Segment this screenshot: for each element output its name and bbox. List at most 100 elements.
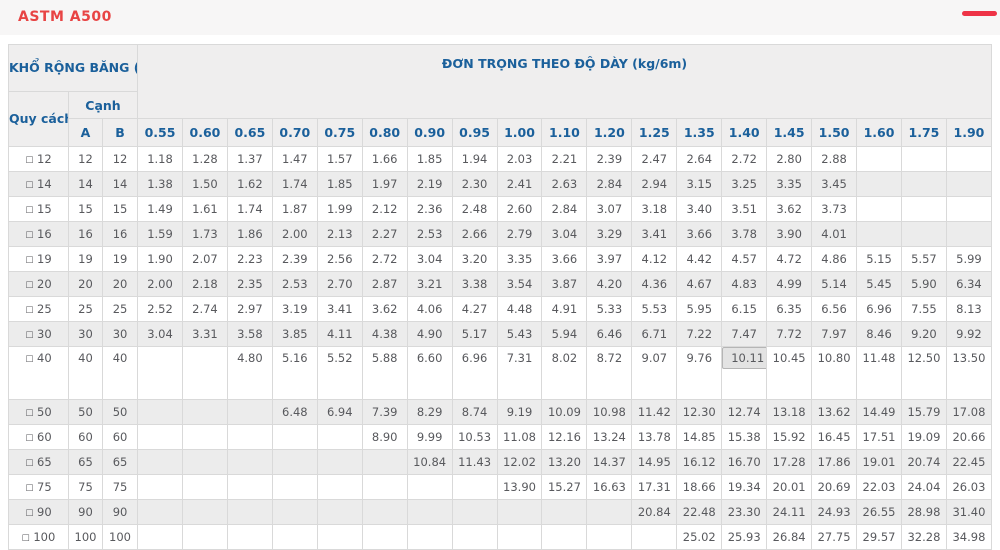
weight-cell: 16.63 (587, 475, 632, 500)
weight-cell: 7.72 (767, 322, 812, 347)
weight-cell: 13.24 (587, 425, 632, 450)
weight-cell: 5.57 (901, 247, 946, 272)
weight-cell (138, 475, 183, 500)
weight-cell: 6.56 (812, 297, 857, 322)
col-a-header: A (69, 119, 103, 147)
weight-cell: 2.87 (362, 272, 407, 297)
weight-cell (362, 525, 407, 550)
weight-cell: 12.16 (542, 425, 587, 450)
edge-b-cell: 15 (103, 197, 138, 222)
weight-cell: 2.27 (362, 222, 407, 247)
weight-cell (272, 500, 317, 525)
weight-cell: 7.39 (362, 400, 407, 425)
weight-cell: 14.49 (857, 400, 902, 425)
weight-cell: 8.72 (587, 347, 632, 400)
weight-cell: 5.99 (946, 247, 991, 272)
edge-b-cell: 20 (103, 272, 138, 297)
weight-cell: 2.03 (497, 147, 542, 172)
weight-cell (901, 197, 946, 222)
weight-cell: 12.30 (677, 400, 722, 425)
weight-cell: 2.23 (227, 247, 272, 272)
edge-b-cell: 30 (103, 322, 138, 347)
square-section-icon: □ (25, 280, 33, 290)
weight-cell: 2.47 (632, 147, 677, 172)
weight-cell (901, 147, 946, 172)
edge-a-cell: 16 (69, 222, 103, 247)
weight-cell: 4.48 (497, 297, 542, 322)
weight-cell: 15.79 (901, 400, 946, 425)
weight-cell: 20.66 (946, 425, 991, 450)
collapse-minus-icon[interactable] (962, 11, 997, 16)
weight-cell: 1.99 (317, 197, 362, 222)
weight-cell: 8.74 (452, 400, 497, 425)
weight-cell: 3.25 (722, 172, 767, 197)
weight-cell: 3.38 (452, 272, 497, 297)
weight-cell: 5.90 (901, 272, 946, 297)
edge-a-cell: 50 (69, 400, 103, 425)
thickness-col-header: 0.75 (317, 119, 362, 147)
weight-cell: 27.75 (812, 525, 857, 550)
table-header: KHỔ RỘNG BĂNG (mm) ĐƠN TRỌNG THEO ĐỘ DÀY… (9, 45, 992, 147)
thickness-col-header: 1.45 (767, 119, 812, 147)
weight-cell (272, 475, 317, 500)
weight-cell: 4.42 (677, 247, 722, 272)
weight-cell: 5.52 (317, 347, 362, 400)
weight-cell (407, 475, 452, 500)
thickness-col-header: 0.70 (272, 119, 317, 147)
edge-b-cell: 25 (103, 297, 138, 322)
weight-cell (227, 475, 272, 500)
weight-cell: 10.45 (767, 347, 812, 400)
weight-cell (138, 347, 183, 400)
weight-cell: 1.87 (272, 197, 317, 222)
weight-cell (227, 525, 272, 550)
weight-cell: 3.85 (272, 322, 317, 347)
weight-cell (272, 450, 317, 475)
weight-cell: 3.66 (542, 247, 587, 272)
weight-cell: 13.50 (946, 347, 991, 400)
weight-cell: 2.79 (497, 222, 542, 247)
square-section-icon: □ (25, 483, 33, 493)
weight-cell: 1.37 (227, 147, 272, 172)
edge-b-cell: 90 (103, 500, 138, 525)
weight-cell (946, 197, 991, 222)
weight-cell: 4.20 (587, 272, 632, 297)
table-row: □ 3030303.043.313.583.854.114.384.905.17… (9, 322, 992, 347)
edge-a-cell: 60 (69, 425, 103, 450)
weight-cell: 7.22 (677, 322, 722, 347)
weight-cell: 19.01 (857, 450, 902, 475)
weight-cell: 2.53 (272, 272, 317, 297)
weight-cell (182, 450, 227, 475)
weight-cell: 2.72 (362, 247, 407, 272)
weight-cell: 9.99 (407, 425, 452, 450)
edge-b-cell: 100 (103, 525, 138, 550)
weight-cell (587, 500, 632, 525)
weight-cell: 11.48 (857, 347, 902, 400)
weight-cell: 20.69 (812, 475, 857, 500)
weight-cell: 17.51 (857, 425, 902, 450)
weight-cell: 2.07 (182, 247, 227, 272)
weight-cell: 3.04 (138, 322, 183, 347)
thickness-col-header: 0.60 (182, 119, 227, 147)
weight-cell (317, 425, 362, 450)
weight-cell: 2.70 (317, 272, 362, 297)
square-section-icon: □ (25, 508, 33, 518)
weight-cell: 2.60 (497, 197, 542, 222)
weight-cell (317, 500, 362, 525)
weight-cell: 6.35 (767, 297, 812, 322)
table-row: □ 4040404.805.165.525.886.606.967.318.02… (9, 347, 992, 400)
weight-cell: 2.72 (722, 147, 767, 172)
weight-cell: 12.74 (722, 400, 767, 425)
weight-cell: 2.13 (317, 222, 362, 247)
col-b-header: B (103, 119, 138, 147)
table-row: □ 1616161.591.731.862.002.132.272.532.66… (9, 222, 992, 247)
weight-cell: 16.12 (677, 450, 722, 475)
weight-cell: 7.55 (901, 297, 946, 322)
weight-cell: 6.96 (857, 297, 902, 322)
weight-cell: 34.98 (946, 525, 991, 550)
weight-cell: 11.43 (452, 450, 497, 475)
weight-cell: 17.08 (946, 400, 991, 425)
weight-cell: 15.27 (542, 475, 587, 500)
weight-cell: 10.09 (542, 400, 587, 425)
edge-a-cell: 75 (69, 475, 103, 500)
row-label: □ 30 (9, 322, 69, 347)
